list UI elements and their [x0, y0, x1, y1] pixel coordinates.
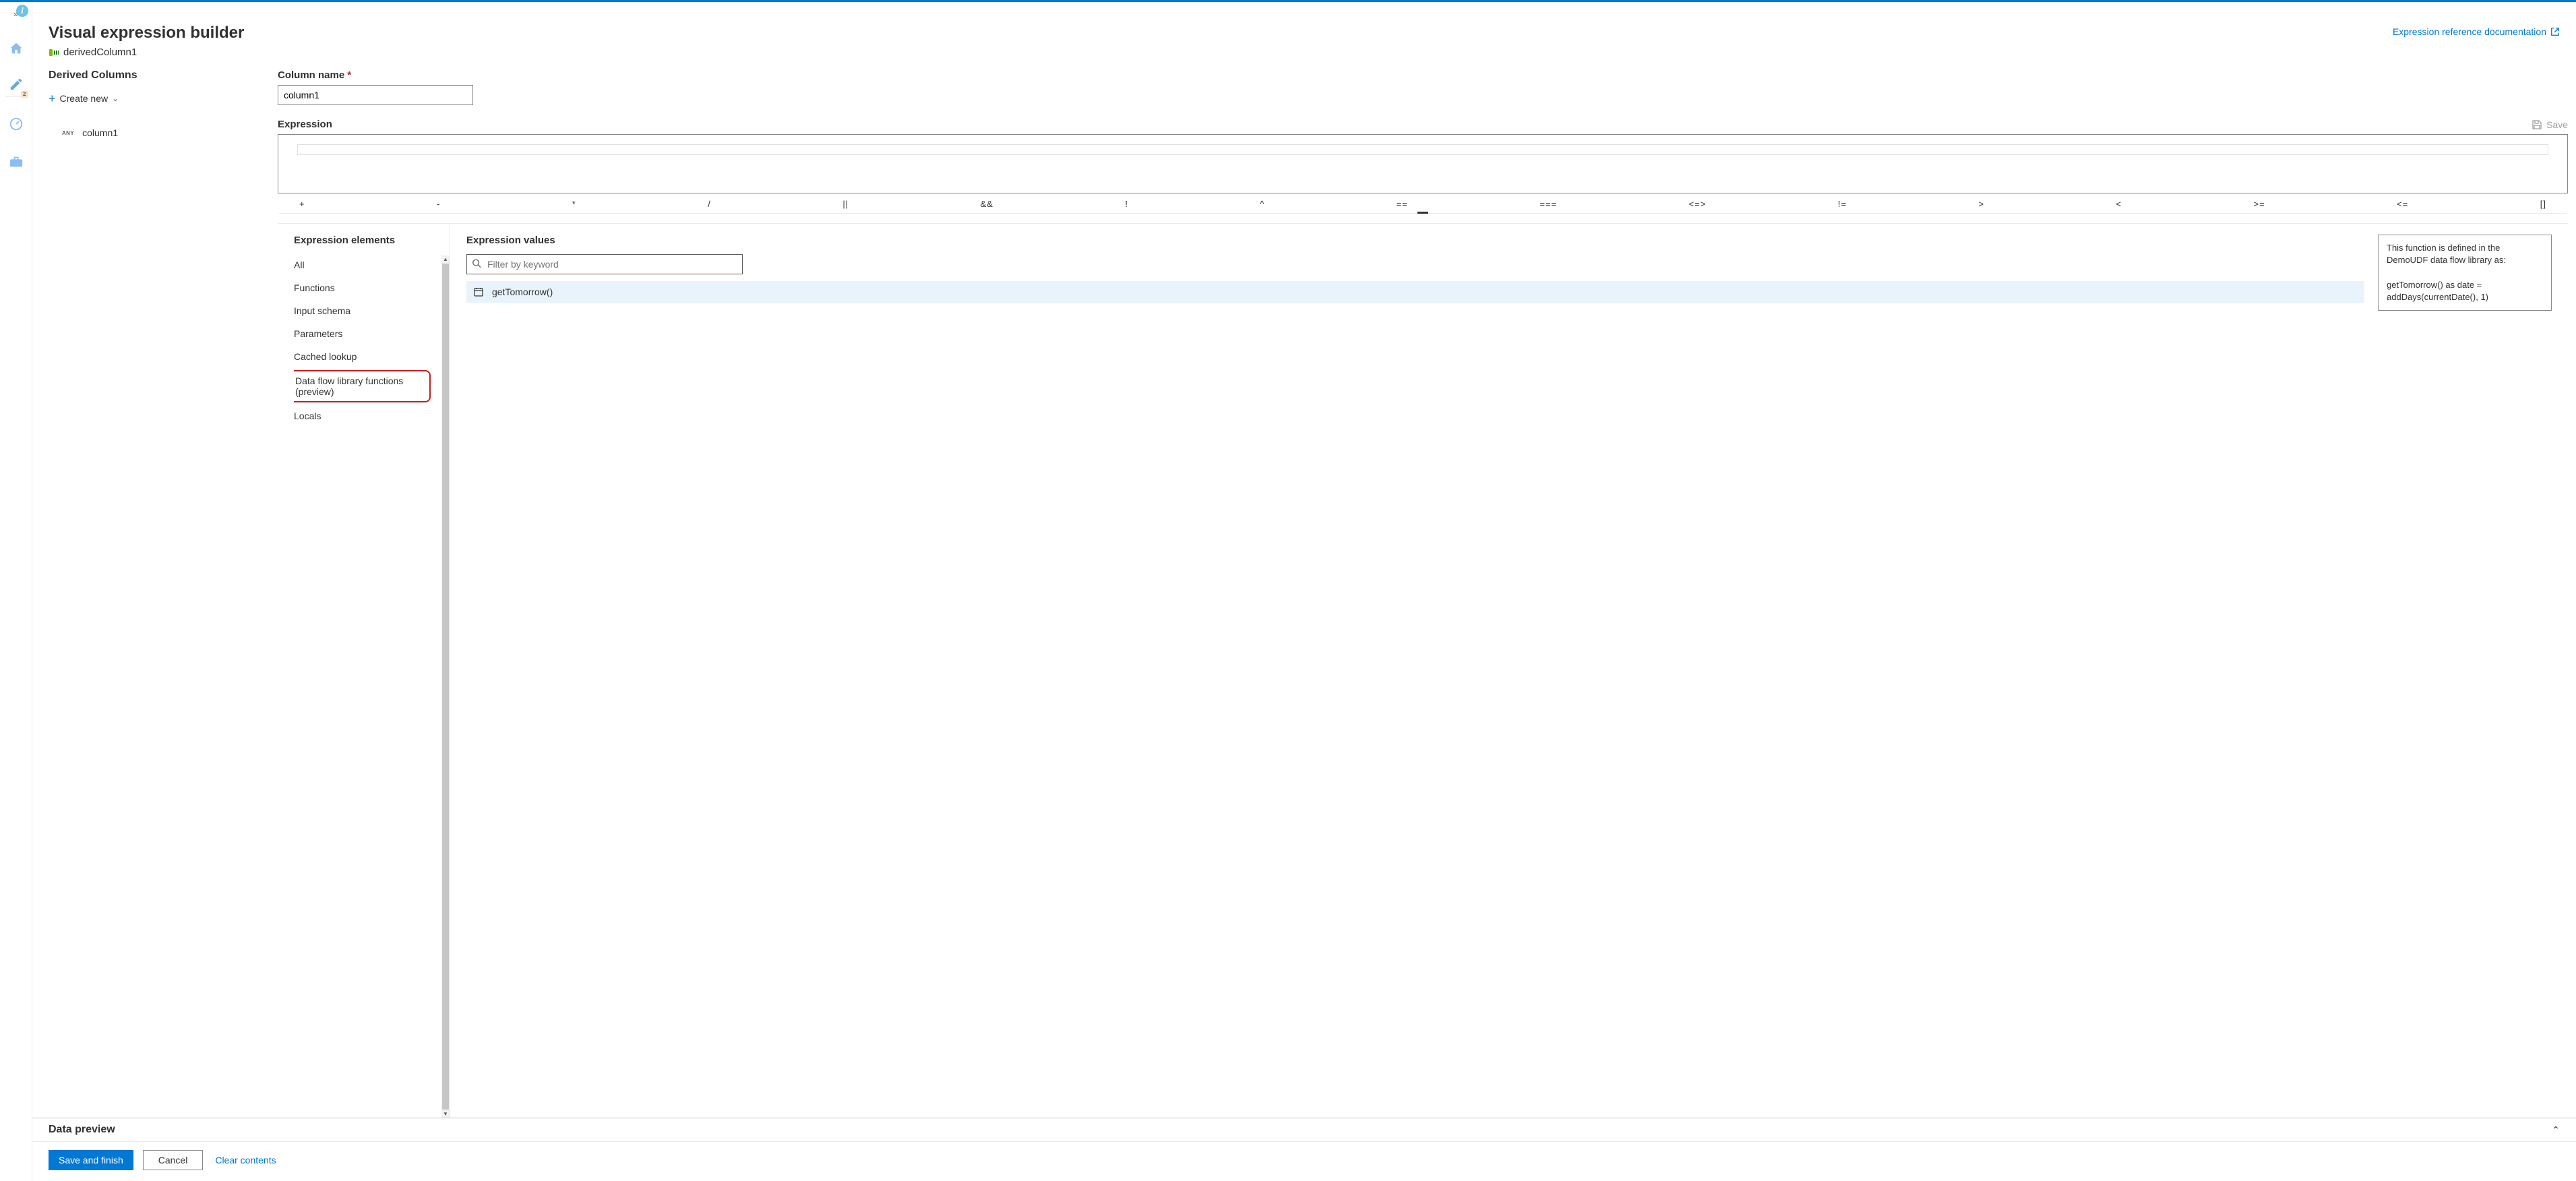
op-lte[interactable]: <=: [2391, 198, 2414, 210]
operator-toolbar: + - * / || && ! ^ == === <=> != > < >= <…: [279, 193, 2567, 214]
page-title: Visual expression builder: [49, 24, 244, 42]
function-icon: [473, 286, 484, 297]
op-plus[interactable]: +: [294, 198, 311, 210]
value-item-gettomorrow[interactable]: getTomorrow(): [466, 281, 2364, 303]
expression-label: Expression: [278, 119, 332, 130]
op-lt[interactable]: <: [2111, 198, 2128, 210]
scroll-thumb[interactable]: [442, 264, 449, 1110]
expression-elements-pane: Expression elements All Functions Input …: [278, 224, 450, 1118]
op-minus[interactable]: -: [431, 198, 446, 210]
op-and[interactable]: &&: [975, 198, 999, 210]
expression-values-pane: Expression values: [466, 235, 2364, 1118]
op-index[interactable]: []: [2535, 198, 2552, 210]
op-mult[interactable]: *: [567, 198, 582, 210]
elements-scrollbar[interactable]: ▲ ▼: [441, 255, 450, 1118]
op-eqstrict[interactable]: ===: [1534, 198, 1562, 210]
scroll-down-icon[interactable]: ▼: [442, 1110, 449, 1118]
monitor-icon[interactable]: [5, 113, 27, 135]
derived-columns-panel: Derived Columns + Create new ⌄ ANY colum…: [32, 65, 262, 1118]
transformation-breadcrumb: derivedColumn1: [49, 47, 244, 58]
manage-icon[interactable]: [5, 151, 27, 173]
element-category-cached-lookup[interactable]: Cached lookup: [294, 347, 441, 366]
function-description-tooltip: This function is defined in the DemoUDF …: [2378, 235, 2552, 311]
element-category-all[interactable]: All: [294, 255, 441, 274]
value-item-label: getTomorrow(): [492, 286, 553, 297]
derived-columns-title: Derived Columns: [49, 69, 245, 82]
search-icon: [472, 259, 481, 270]
element-category-input-schema[interactable]: Input schema: [294, 301, 441, 320]
expression-editor[interactable]: [278, 134, 2568, 193]
derived-column-icon: [49, 47, 59, 58]
column-name: column1: [82, 127, 118, 138]
column-type-badge: ANY: [62, 130, 74, 136]
header: Visual expression builder derivedColumn1…: [32, 2, 2576, 65]
save-icon: [2532, 119, 2542, 130]
clear-contents-button[interactable]: Clear contents: [212, 1151, 278, 1170]
author-badge: 2: [21, 91, 28, 98]
info-icon[interactable]: i: [16, 5, 28, 17]
data-preview-bar[interactable]: Data preview ⌃: [32, 1118, 2576, 1142]
plus-icon: +: [49, 92, 56, 104]
chevron-up-icon[interactable]: ⌃: [2552, 1124, 2560, 1136]
op-or[interactable]: ||: [837, 198, 854, 210]
op-neq[interactable]: !=: [1833, 198, 1852, 210]
column-name-input[interactable]: [278, 85, 473, 105]
expression-elements-title: Expression elements: [294, 235, 450, 246]
op-eq[interactable]: ==: [1391, 198, 1413, 210]
reference-docs-link[interactable]: Expression reference documentation: [2393, 26, 2560, 37]
home-icon[interactable]: [5, 38, 27, 59]
op-div[interactable]: /: [702, 198, 716, 210]
save-and-finish-button[interactable]: Save and finish: [49, 1150, 133, 1170]
column-name-label: Column name *: [278, 69, 2568, 81]
column-list-item[interactable]: ANY column1: [49, 125, 245, 141]
required-indicator: *: [347, 69, 351, 81]
footer: Save and finish Cancel Clear contents: [32, 1142, 2576, 1181]
element-category-locals[interactable]: Locals: [294, 406, 441, 425]
op-not[interactable]: !: [1120, 198, 1134, 210]
element-category-parameters[interactable]: Parameters: [294, 324, 441, 343]
op-xor[interactable]: ^: [1254, 198, 1270, 210]
external-link-icon: [2550, 27, 2560, 36]
element-category-library-functions[interactable]: Data flow library functions (preview): [294, 370, 431, 402]
filter-input[interactable]: [466, 254, 743, 274]
data-preview-label: Data preview: [49, 1124, 115, 1136]
scroll-up-icon[interactable]: ▲: [442, 255, 449, 263]
expression-values-title: Expression values: [466, 235, 2364, 246]
save-expression-button[interactable]: Save: [2532, 119, 2568, 130]
transformation-name: derivedColumn1: [63, 47, 137, 58]
create-new-button[interactable]: + Create new ⌄: [49, 91, 119, 106]
author-icon[interactable]: 2: [5, 75, 27, 97]
element-category-functions[interactable]: Functions: [294, 278, 441, 297]
op-gt[interactable]: >: [1973, 198, 1990, 210]
op-gte[interactable]: >=: [2248, 198, 2271, 210]
cancel-button[interactable]: Cancel: [143, 1150, 204, 1170]
op-nullsafe[interactable]: <=>: [1684, 198, 1712, 210]
chevron-down-icon: ⌄: [112, 94, 119, 103]
left-nav-rail: » 2: [0, 2, 32, 1181]
